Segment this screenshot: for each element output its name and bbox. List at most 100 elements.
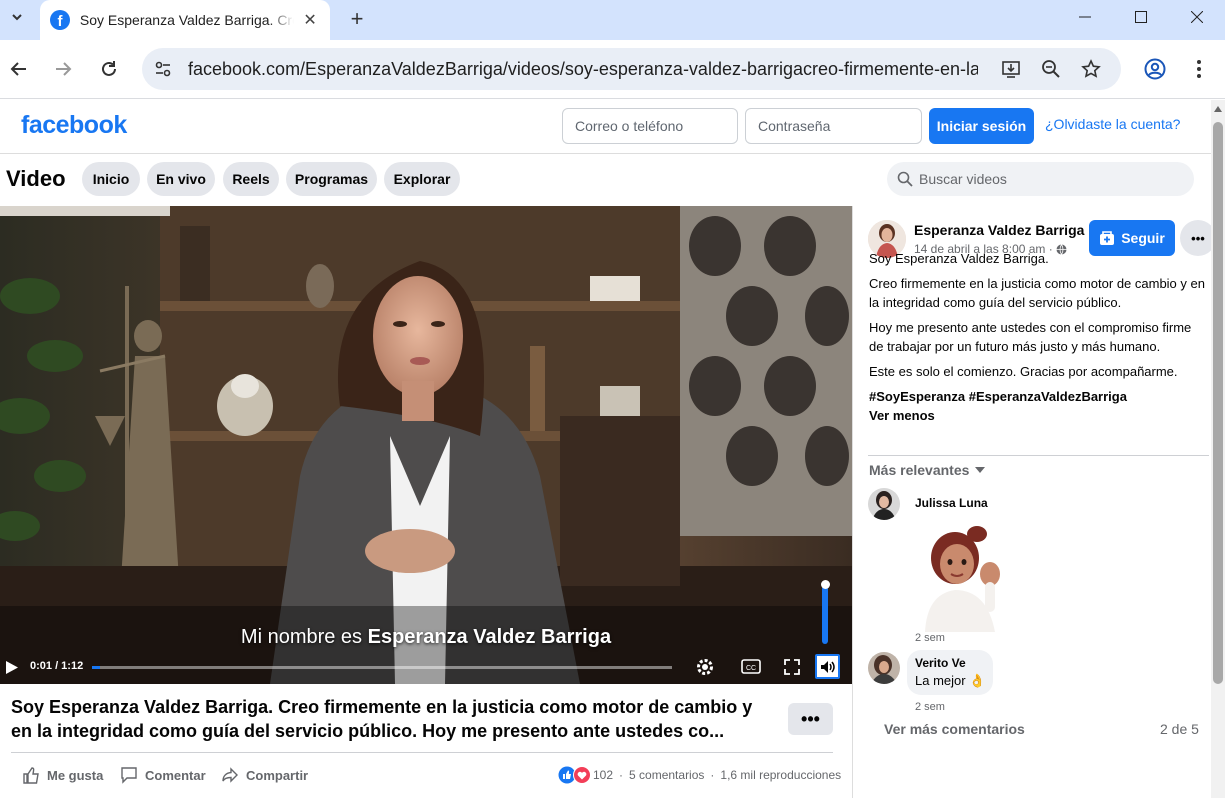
zoom-icon: [1042, 60, 1060, 78]
scrollbar-thumb[interactable]: [1213, 122, 1223, 684]
comment-sort-button[interactable]: Más relevantes: [869, 462, 986, 478]
reactions-icon[interactable]: [558, 766, 592, 784]
volume-icon: [820, 660, 835, 673]
subtitle-name: Esperanza Valdez Barriga: [367, 626, 612, 648]
commenter-name[interactable]: Julissa Luna: [915, 496, 988, 510]
see-less-link[interactable]: Ver menos: [869, 406, 1209, 425]
sort-label: Más relevantes: [869, 462, 970, 478]
maximize-icon: [1135, 11, 1147, 23]
video-time: 0:01 / 1:12: [30, 660, 84, 672]
reload-button[interactable]: [92, 52, 126, 86]
comment-time[interactable]: 2 sem: [915, 701, 945, 713]
caption-more-button[interactable]: •••: [788, 703, 833, 735]
comment-pagination: 2 de 5: [1160, 721, 1199, 737]
post-paragraph: Hoy me presento ante ustedes con el comp…: [869, 320, 1192, 354]
password-field[interactable]: Contraseña: [745, 108, 922, 144]
thumbs-up-icon: [23, 767, 39, 784]
commenter-photo: [868, 652, 900, 684]
post-paragraph: Creo firmemente en la justicia como moto…: [869, 276, 1205, 310]
tab-inicio[interactable]: Inicio: [82, 162, 140, 196]
comment-bubble: Verito Ve La mejor 👌: [907, 650, 994, 695]
play-icon[interactable]: [5, 660, 19, 675]
facebook-header: facebook Correo o teléfono Contraseña In…: [0, 100, 1211, 154]
progress-bar[interactable]: [92, 666, 672, 669]
tab-explorar[interactable]: Explorar: [384, 162, 460, 196]
bookmark-button[interactable]: [1074, 52, 1108, 86]
scroll-up-icon[interactable]: [1214, 106, 1222, 112]
commenter-avatar[interactable]: [868, 652, 900, 684]
arrow-left-icon: [10, 62, 26, 76]
minimize-button[interactable]: [1057, 0, 1113, 34]
avatar-sticker-image: [925, 526, 1000, 632]
settings-icon[interactable]: [695, 657, 715, 677]
comment-button[interactable]: Comentar: [120, 766, 206, 784]
video-nav: Video Inicio En vivo Reels Programas Exp…: [0, 154, 1211, 206]
url-text[interactable]: facebook.com/EsperanzaValdezBarriga/vide…: [188, 59, 978, 80]
close-icon: [1191, 11, 1203, 23]
commenter-name[interactable]: Verito Ve: [915, 656, 985, 670]
address-bar[interactable]: facebook.com/EsperanzaValdezBarriga/vide…: [142, 48, 1121, 90]
commenter-photo: [868, 488, 900, 520]
views-count: 1,6 mil reproducciones: [720, 768, 842, 782]
browser-menu-button[interactable]: [1182, 52, 1216, 86]
volume-button[interactable]: [815, 654, 840, 679]
commenter-avatar[interactable]: [868, 488, 900, 520]
login-button[interactable]: Iniciar sesión: [929, 108, 1034, 144]
svg-text:CC: CC: [746, 665, 756, 672]
tab-search-button[interactable]: [4, 4, 30, 30]
video-player[interactable]: Mi nombre es Esperanza Valdez Barriga 0:…: [0, 206, 852, 684]
divider: [868, 455, 1209, 456]
profile-button[interactable]: [1138, 52, 1172, 86]
tab-reels[interactable]: Reels: [223, 162, 279, 196]
back-button[interactable]: [2, 52, 36, 86]
install-icon: [1002, 61, 1020, 78]
comments-count[interactable]: 5 comentarios: [629, 768, 704, 782]
browser-tab-strip: f Soy Esperanza Valdez Barriga. Cre ✕ +: [0, 0, 1225, 40]
zoom-button[interactable]: [1034, 52, 1068, 86]
search-placeholder: Buscar videos: [919, 171, 1007, 187]
view-more-comments[interactable]: Ver más comentarios: [884, 721, 1025, 737]
tab-title: Soy Esperanza Valdez Barriga. Cre: [79, 12, 295, 28]
maximize-button[interactable]: [1113, 0, 1169, 34]
email-field[interactable]: Correo o teléfono: [562, 108, 738, 144]
page-title: Video: [6, 166, 66, 191]
forgot-account-link[interactable]: ¿Olvidaste la cuenta?: [1045, 116, 1180, 132]
reload-icon: [102, 61, 116, 76]
post-paragraph: Soy Esperanza Valdez Barriga.: [869, 251, 1049, 266]
video-frame: [0, 206, 852, 684]
volume-slider[interactable]: [822, 586, 828, 644]
volume-knob[interactable]: [821, 580, 830, 589]
site-info-button[interactable]: [146, 52, 180, 86]
captions-icon[interactable]: CC: [741, 659, 761, 674]
share-label: Compartir: [246, 767, 309, 783]
author-name[interactable]: Esperanza Valdez Barriga: [914, 222, 1084, 238]
caret-down-icon: [975, 467, 986, 473]
comment-label: Comentar: [145, 767, 206, 783]
share-button[interactable]: Compartir: [221, 766, 308, 784]
more-vertical-icon: [1197, 60, 1201, 78]
search-icon: [897, 171, 913, 187]
star-icon: [1081, 59, 1101, 78]
browser-tab[interactable]: f Soy Esperanza Valdez Barriga. Cre ✕: [40, 0, 330, 40]
tab-close-icon[interactable]: ✕: [300, 10, 320, 30]
comment-text: La mejor 👌: [915, 673, 986, 688]
chevron-down-icon: [12, 14, 22, 21]
player-controls: 0:01 / 1:12 CC: [0, 650, 852, 684]
comment-icon: [121, 767, 137, 784]
close-window-button[interactable]: [1169, 0, 1225, 34]
tab-programas[interactable]: Programas: [286, 162, 377, 196]
post-hashtags[interactable]: #SoyEsperanza #EsperanzaValdezBarriga: [869, 387, 1209, 406]
tab-en-vivo[interactable]: En vivo: [147, 162, 215, 196]
facebook-logo[interactable]: facebook: [21, 111, 127, 140]
page-scrollbar[interactable]: [1211, 100, 1225, 798]
install-app-button[interactable]: [994, 52, 1028, 86]
comment-time[interactable]: 2 sem: [915, 632, 945, 644]
fullscreen-icon[interactable]: [784, 659, 800, 675]
new-tab-button[interactable]: +: [344, 6, 370, 32]
video-search[interactable]: Buscar videos: [887, 162, 1194, 196]
divider: [11, 752, 833, 753]
video-caption: Soy Esperanza Valdez Barriga. Creo firme…: [11, 697, 753, 741]
reaction-count[interactable]: 102: [593, 768, 613, 782]
forward-button[interactable]: [46, 52, 80, 86]
like-button[interactable]: Me gusta: [22, 766, 103, 784]
